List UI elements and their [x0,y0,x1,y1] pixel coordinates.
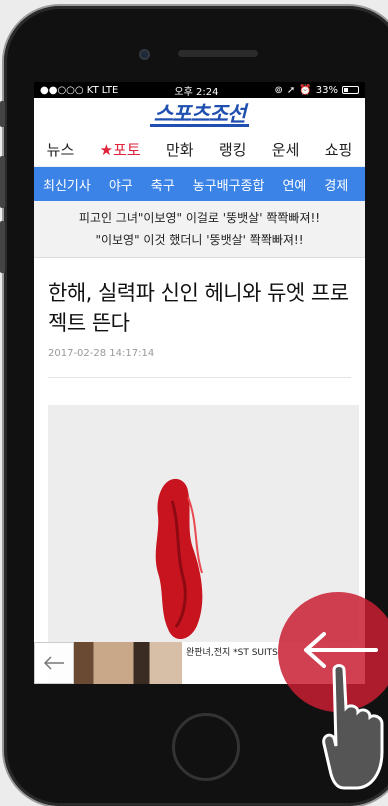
lock-rotation-icon: ⊚ [274,84,283,96]
category-nav: 최신기사 야구 축구 농구배구종합 연예 경제 [34,167,365,201]
front-camera [139,49,150,60]
network-type: LTE [101,84,119,96]
ad-back-button[interactable] [34,642,74,684]
ad-image[interactable] [74,642,182,684]
pointing-hand-icon [322,664,384,790]
site-header: 스포츠조선 [34,98,365,132]
nav-item-news[interactable]: 뉴스 [47,139,75,160]
nav-item-fortune[interactable]: 운세 [272,139,300,160]
home-button[interactable] [172,713,240,781]
promo-line[interactable]: "이보영" 이것 했더니 '뚱뱃살' 쫙쫙빠져!! [34,229,365,251]
mute-switch [0,101,5,127]
category-soccer[interactable]: 축구 [151,175,175,194]
promo-line[interactable]: 피고인 그녀"이보영" 이걸로 '뚱뱃살' 쫙쫙빠져!! [34,207,365,229]
category-baseball[interactable]: 야구 [109,175,133,194]
earpiece-speaker [178,50,258,57]
arrow-left-icon [43,656,64,670]
article: 한해, 실력파 신인 헤니와 듀엣 프로젝트 뜬다 2017-02-28 14:… [34,278,365,378]
battery-icon [342,86,359,94]
category-basketball-volleyball[interactable]: 농구배구종합 [193,175,265,194]
article-headline: 한해, 실력파 신인 헤니와 듀엣 프로젝트 뜬다 [48,281,349,335]
promo-banner[interactable]: 피고인 그녀"이보영" 이걸로 '뚱뱃살' 쫙쫙빠져!! "이보영" 이것 했더… [34,201,365,258]
main-nav: 뉴스 ★포토 만화 랭킹 운세 쇼핑 [34,132,365,167]
battery-level [344,88,349,92]
category-economy[interactable]: 경제 [324,175,348,194]
phone-screen: ●●○○○ KT LTE 오후 2:24 ⊚ ➚ ⏰ 33% 스포츠조선 뉴스 … [34,82,365,684]
status-bar: ●●○○○ KT LTE 오후 2:24 ⊚ ➚ ⏰ 33% [34,82,365,98]
alarm-icon: ⏰ [299,84,312,96]
nav-item-comics[interactable]: 만화 [166,139,194,160]
battery-percent: 33% [315,84,338,96]
status-time: 오후 2:24 [174,86,219,98]
category-entertainment[interactable]: 연예 [282,175,306,194]
site-logo[interactable]: 스포츠조선 [149,103,250,127]
article-date: 2017-02-28 14:17:14 [48,348,155,359]
nav-item-shopping[interactable]: 쇼핑 [325,139,353,160]
category-latest[interactable]: 최신기사 [43,175,91,194]
volume-up-button [0,156,5,208]
nav-item-photo[interactable]: ★포토 [100,139,141,160]
location-icon: ➚ [286,84,296,96]
volume-down-button [0,221,5,273]
nav-item-ranking[interactable]: 랭킹 [219,139,247,160]
divider [48,377,351,378]
carrier-signal: ●●○○○ KT [40,84,99,96]
